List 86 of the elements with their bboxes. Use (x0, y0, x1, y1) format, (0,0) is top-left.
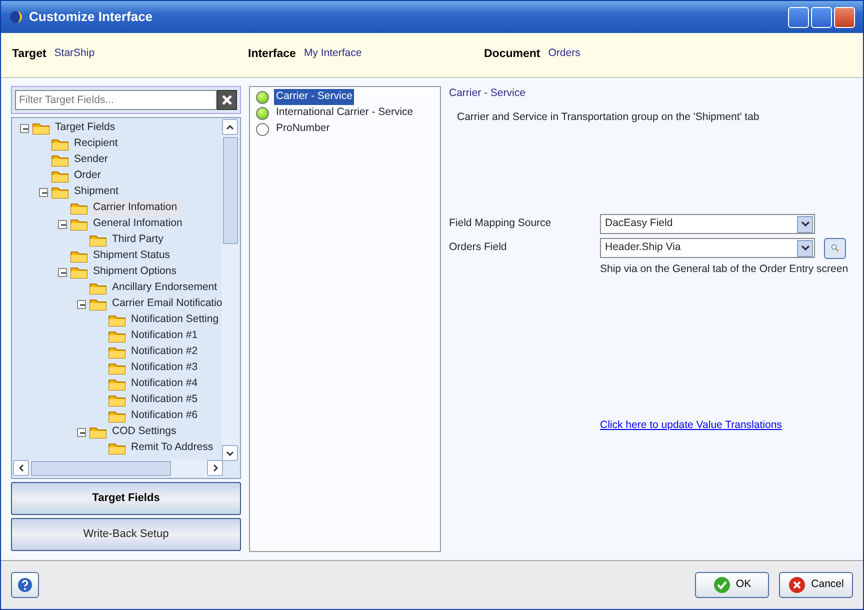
tree-item[interactable]: Third Party (110, 232, 166, 248)
tree-item[interactable]: Notification #2 (129, 344, 200, 360)
folder-icon (70, 265, 88, 279)
folder-icon (108, 313, 126, 327)
folder-icon (32, 121, 50, 135)
tree-item[interactable]: Shipment Options (91, 264, 178, 280)
folder-icon (108, 409, 126, 423)
folder-icon (89, 425, 107, 439)
horizontal-scrollbar[interactable] (13, 460, 223, 477)
check-icon (712, 576, 731, 594)
header-value: Orders (548, 46, 580, 62)
tree-item[interactable]: Shipment Status (91, 248, 172, 264)
vertical-scrollbar[interactable] (222, 119, 239, 461)
folder-icon (89, 233, 107, 247)
folder-icon (108, 345, 126, 359)
ok-button[interactable]: OK (695, 572, 769, 598)
folder-icon (51, 153, 69, 167)
header-label: Target (12, 47, 46, 62)
detail-title: Carrier - Service (449, 86, 526, 101)
tree-item[interactable]: Target Fields (53, 120, 118, 136)
tree-item[interactable]: Order (72, 168, 103, 184)
folder-icon (51, 137, 69, 151)
folder-icon (89, 297, 107, 311)
tree-item[interactable]: Notification #5 (129, 392, 200, 408)
folder-icon (51, 169, 69, 183)
folder-icon (51, 185, 69, 199)
header-label: Document (484, 47, 540, 62)
dropdown-field[interactable]: DacEasy Field (600, 214, 815, 234)
update-translations-link[interactable]: Click here to update Value Translations (600, 418, 855, 434)
expander-icon[interactable] (77, 300, 86, 308)
dropdown-field[interactable]: Header.Ship Via (600, 238, 815, 258)
expander-icon[interactable] (77, 428, 86, 436)
tree-item[interactable]: Recipient (72, 136, 120, 152)
header-value: My Interface (304, 46, 362, 62)
list-item[interactable]: ProNumber (274, 121, 332, 137)
folder-icon (70, 249, 88, 263)
help-button[interactable] (11, 572, 39, 598)
description-text: Carrier and Service in Transportation group on the 'Shipment' tab (457, 110, 760, 125)
expander-icon[interactable] (58, 220, 67, 228)
tree-item[interactable]: Notification Setting (129, 312, 221, 328)
expander-icon[interactable] (39, 188, 48, 196)
window-title: Customize Interface (29, 8, 153, 26)
caret-icon (800, 245, 810, 251)
folder-icon (70, 217, 88, 231)
tree-item[interactable]: General Infomation (91, 216, 184, 232)
list-item[interactable]: International Carrier - Service (274, 105, 416, 121)
maximize-button[interactable] (811, 6, 832, 28)
tree-item[interactable]: Carrier Email Notificatio (110, 296, 224, 312)
tree-item[interactable]: Remit To Address (129, 440, 216, 456)
folder-icon (89, 281, 107, 295)
tab[interactable]: Target Fields (11, 482, 241, 515)
folder-icon (108, 361, 126, 375)
close-icon (788, 576, 806, 594)
close-button[interactable] (834, 6, 855, 28)
folder-icon (70, 201, 88, 215)
app-logo-icon (9, 10, 23, 24)
list-item[interactable]: Carrier - Service (274, 89, 354, 105)
tree-item[interactable]: Notification #1 (129, 328, 200, 344)
close-icon (222, 95, 232, 105)
tree-item[interactable]: Notification #4 (129, 376, 200, 392)
folder-icon (108, 393, 126, 407)
clear-button[interactable] (217, 90, 237, 110)
folder-icon (108, 377, 126, 391)
folder-icon (108, 441, 126, 455)
tree-item[interactable]: Sender (72, 152, 110, 168)
tree-item[interactable]: Ancillary Endorsement (110, 280, 220, 296)
tree-item[interactable]: COD Settings (110, 424, 178, 440)
field-label: Orders Field (449, 240, 508, 256)
tree-item[interactable]: Notification #3 (129, 360, 200, 376)
search-button[interactable] (824, 238, 846, 258)
field-label: Field Mapping Source (449, 216, 552, 232)
folder-icon (108, 329, 126, 343)
minimize-button[interactable] (788, 6, 809, 28)
tree-item[interactable]: Carrier Infomation (91, 200, 180, 216)
filter-field[interactable]: Filter Target Fields... (15, 90, 217, 110)
hint-text: Ship via on the General tab of the Order Entry screen (600, 262, 850, 277)
help-icon (17, 577, 33, 593)
caret-icon (800, 221, 810, 227)
header-value: StarShip (54, 46, 95, 62)
header-label: Interface (248, 47, 296, 62)
tab[interactable]: Write-Back Setup (11, 518, 241, 551)
expander-icon[interactable] (58, 268, 67, 276)
expander-icon[interactable] (20, 124, 29, 132)
tree-item[interactable]: Notification #6 (129, 408, 200, 424)
cancel-button[interactable]: Cancel (779, 572, 853, 598)
tree-item[interactable]: Shipment (72, 184, 120, 200)
